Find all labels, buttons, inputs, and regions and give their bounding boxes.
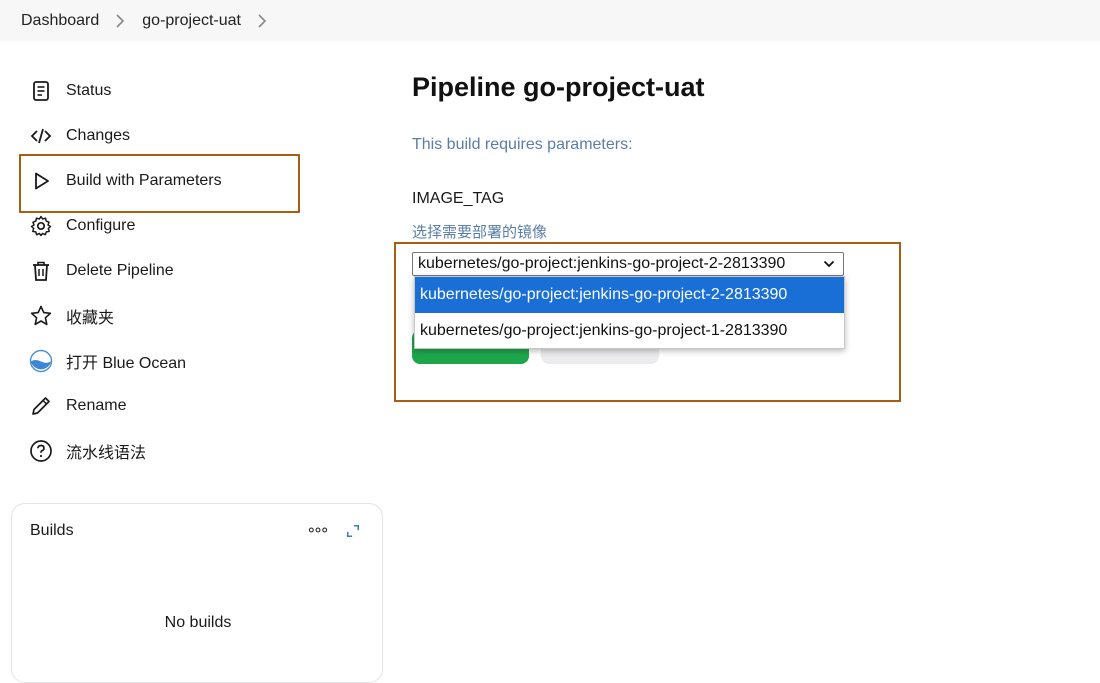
image-tag-select[interactable]: kubernetes/go-project:jenkins-go-project…: [412, 252, 844, 276]
sidebar-item-changes[interactable]: Changes: [28, 116, 298, 156]
chevron-right-icon[interactable]: [257, 13, 267, 28]
more-options-icon[interactable]: [306, 520, 330, 540]
breadcrumb: Dashboard go-project-uat: [0, 0, 1100, 41]
sidebar-item-pipeline-syntax[interactable]: 流水线语法: [28, 431, 298, 471]
select-dropdown-list: kubernetes/go-project:jenkins-go-project…: [414, 276, 845, 349]
sidebar-item-label: 收藏夹: [66, 310, 115, 327]
chevron-right-icon: [115, 13, 125, 28]
star-icon: [28, 303, 54, 329]
play-icon: [28, 168, 54, 194]
sidebar-item-label: Delete Pipeline: [66, 262, 174, 279]
chevron-down-icon: [823, 260, 835, 268]
breadcrumb-go-project-uat[interactable]: go-project-uat: [142, 12, 241, 30]
sidebar-item-build-with-parameters[interactable]: Build with Parameters: [28, 161, 298, 201]
help-icon: [28, 438, 54, 464]
sidebar-item-label: Status: [66, 82, 112, 99]
breadcrumb-dashboard[interactable]: Dashboard: [21, 12, 99, 30]
sidebar-item-label: Changes: [66, 127, 131, 144]
sidebar-item-label: 流水线语法: [66, 445, 147, 462]
param-name: IMAGE_TAG: [412, 190, 505, 207]
sidebar-item-blue-ocean[interactable]: 打开 Blue Ocean: [28, 341, 298, 381]
page-title: Pipeline go-project-uat: [412, 72, 705, 102]
builds-title: Builds: [30, 522, 74, 539]
sidebar-item-label: Rename: [66, 397, 127, 414]
sidebar-item-label: 打开 Blue Ocean: [66, 355, 187, 372]
sidebar-item-label: Configure: [66, 217, 136, 234]
param-description: 选择需要部署的镜像: [412, 224, 548, 241]
sidebar-item-status[interactable]: Status: [28, 71, 298, 111]
trash-icon: [28, 258, 54, 284]
sidebar-item-rename[interactable]: Rename: [28, 386, 298, 426]
blue-ocean-icon: [28, 348, 54, 374]
sidebar-item-label: Build with Parameters: [66, 172, 222, 189]
select-value: kubernetes/go-project:jenkins-go-project…: [418, 255, 786, 272]
expand-icon[interactable]: [343, 521, 363, 541]
gear-icon: [28, 213, 54, 239]
document-icon: [28, 78, 54, 104]
builds-card: Builds No builds: [11, 503, 383, 683]
requires-parameters-text: This build requires parameters:: [412, 136, 633, 153]
builds-empty-message: No builds: [164, 614, 232, 631]
sidebar-item-configure[interactable]: Configure: [28, 206, 298, 246]
pencil-icon: [28, 393, 54, 419]
sidebar-item-delete-pipeline[interactable]: Delete Pipeline: [28, 251, 298, 291]
select-option[interactable]: kubernetes/go-project:jenkins-go-project…: [415, 313, 844, 349]
sidebar-item-favorites[interactable]: 收藏夹: [28, 296, 298, 336]
code-icon: [28, 123, 54, 149]
select-option[interactable]: kubernetes/go-project:jenkins-go-project…: [415, 277, 844, 313]
